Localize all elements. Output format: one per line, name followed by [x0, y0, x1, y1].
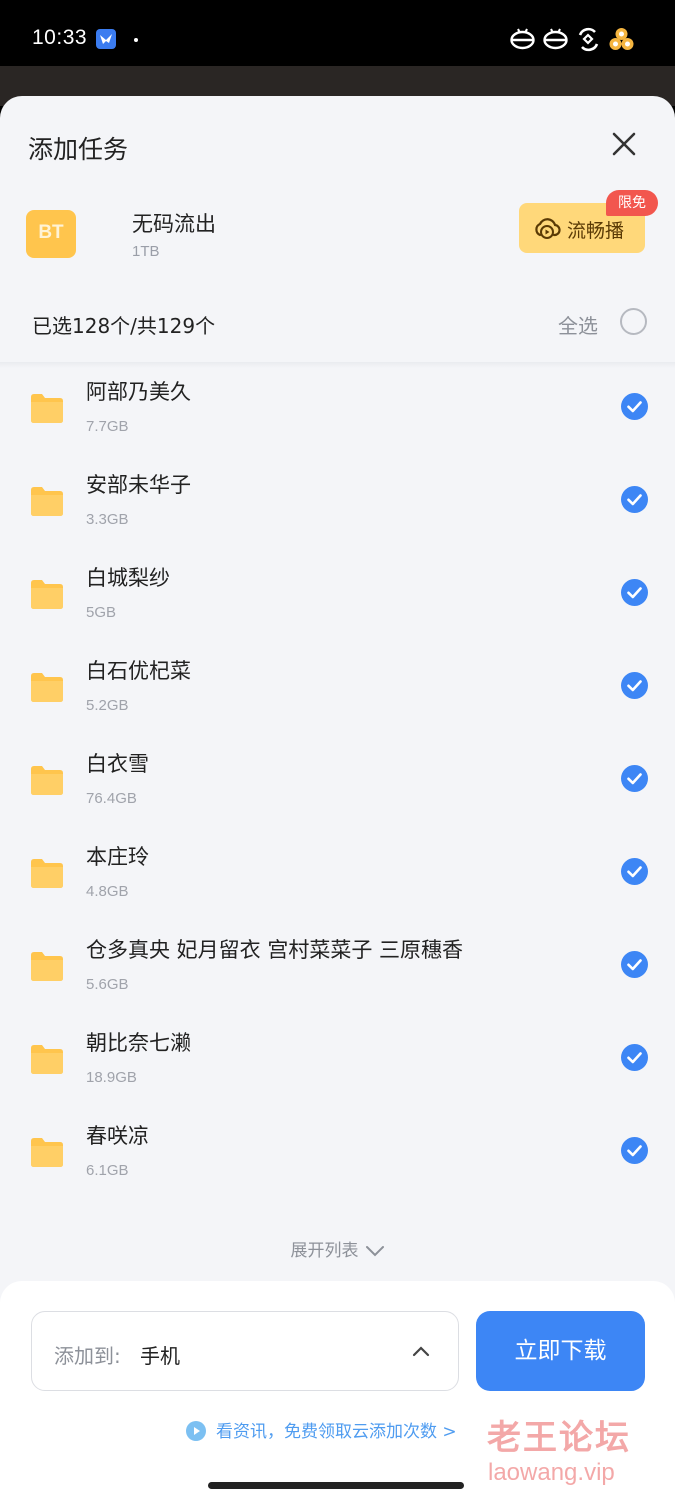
- file-size: 4.8GB: [86, 883, 129, 900]
- bird-app-icon: [96, 29, 116, 49]
- notification-dot-icon: [134, 38, 138, 42]
- status-icons: [509, 26, 635, 53]
- folder-icon: [31, 766, 63, 795]
- file-name: 白衣雪: [86, 752, 149, 776]
- folder-icon: [31, 487, 63, 516]
- file-name: 朝比奈七濑: [86, 1031, 191, 1055]
- checkbox-checked-icon[interactable]: [621, 765, 648, 792]
- file-size: 6.1GB: [86, 1162, 129, 1179]
- checkbox-checked-icon[interactable]: [621, 1044, 648, 1071]
- select-all-label[interactable]: 全选: [558, 310, 598, 339]
- checkbox-checked-icon[interactable]: [621, 858, 648, 885]
- file-name: 仓多真央 妃月留衣 宫村菜菜子 三原穗香: [86, 938, 464, 962]
- task-name: 无码流出: [132, 212, 216, 236]
- folder-icon: [31, 1138, 63, 1167]
- alien-app-icon: [510, 28, 535, 50]
- folder-icon: [31, 1045, 63, 1074]
- folder-icon: [31, 394, 63, 423]
- folder-icon: [31, 580, 63, 609]
- status-bar: 10:33: [0, 0, 675, 66]
- destination-label: 添加到:: [54, 1344, 121, 1368]
- expand-list-button[interactable]: 展开列表: [0, 1236, 675, 1261]
- file-size: 5.6GB: [86, 976, 129, 993]
- expand-list-label: 展开列表: [290, 1241, 359, 1261]
- task-size: 1TB: [132, 243, 160, 260]
- bt-file-icon: BT: [26, 210, 76, 258]
- file-size: 76.4GB: [86, 790, 137, 807]
- checkbox-checked-icon[interactable]: [621, 579, 648, 606]
- file-size: 5.2GB: [86, 697, 129, 714]
- file-size: 18.9GB: [86, 1069, 137, 1086]
- selection-count: 已选128个/共129个: [32, 314, 216, 338]
- smooth-play-label: 流畅播: [567, 220, 625, 242]
- watermark-url: laowang.vip: [488, 1459, 615, 1486]
- clock: 10:33: [32, 26, 88, 49]
- checkbox-checked-icon[interactable]: [621, 1137, 648, 1164]
- file-name: 阿部乃美久: [86, 380, 191, 404]
- checkbox-checked-icon[interactable]: [621, 486, 648, 513]
- checkbox-checked-icon[interactable]: [621, 951, 648, 978]
- add-task-sheet: 添加任务 BT 无码流出 1TB 流畅播 限免 已选128个/共129个 全选 …: [0, 96, 675, 1500]
- file-name: 春咲凉: [86, 1124, 149, 1148]
- destination-select[interactable]: 添加到: 手机: [31, 1311, 459, 1391]
- watermark-text: 老王论坛: [487, 1418, 631, 1458]
- file-size: 3.3GB: [86, 511, 129, 528]
- download-now-button[interactable]: 立即下载: [476, 1311, 645, 1391]
- free-badge: 限免: [606, 190, 658, 216]
- checkbox-checked-icon[interactable]: [621, 672, 648, 699]
- honeycomb-app-icon: [609, 28, 634, 50]
- folder-icon: [31, 859, 63, 888]
- close-icon[interactable]: [606, 126, 642, 162]
- file-name: 白城梨纱: [86, 566, 170, 590]
- file-size: 5GB: [86, 604, 117, 621]
- folder-icon: [31, 952, 63, 981]
- home-indicator[interactable]: [208, 1482, 464, 1489]
- bt-icon-text: BT: [38, 222, 64, 243]
- file-list-item[interactable]: 春咲凉 6.1GB: [0, 1124, 675, 1228]
- play-circle-icon: [186, 1421, 206, 1441]
- file-name: 本庄玲: [86, 845, 149, 869]
- file-size: 7.7GB: [86, 418, 129, 435]
- file-name: 白石优杞菜: [86, 659, 191, 683]
- chevron-down-icon: [365, 1246, 384, 1257]
- cloud-play-icon: [535, 218, 561, 239]
- checkbox-checked-icon[interactable]: [621, 393, 648, 420]
- promo-text: 看资讯，免费领取云添加次数 >: [216, 1422, 457, 1442]
- sheet-title: 添加任务: [28, 135, 129, 164]
- file-name: 安部未华子: [86, 473, 191, 497]
- destination-value: 手机: [140, 1344, 180, 1368]
- alien-app-icon: [543, 28, 568, 50]
- sync-app-icon: [578, 27, 599, 52]
- promo-link[interactable]: 看资讯，免费领取云添加次数 >: [186, 1417, 457, 1442]
- chevron-up-icon: [412, 1346, 430, 1357]
- divider: [0, 362, 675, 368]
- select-all-radio[interactable]: [620, 308, 647, 335]
- folder-icon: [31, 673, 63, 702]
